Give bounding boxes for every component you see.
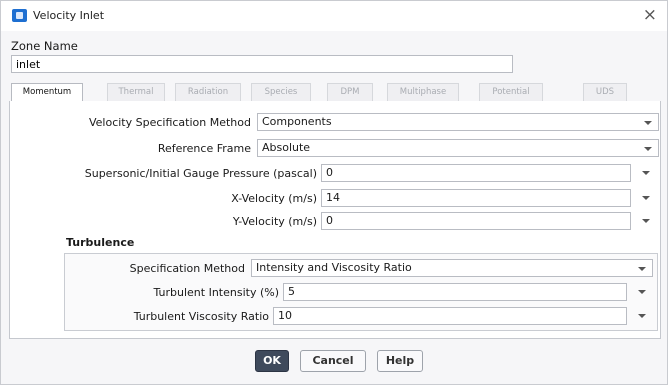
- turbulent-viscosity-ratio-value: 10: [278, 309, 292, 322]
- velocity-spec-method-label: Velocity Specification Method: [88, 116, 251, 129]
- tab-radiation[interactable]: Radiation: [175, 83, 241, 101]
- tab-species[interactable]: Species: [251, 83, 311, 101]
- help-button[interactable]: Help: [377, 350, 423, 372]
- tab-thermal[interactable]: Thermal: [107, 83, 165, 101]
- turbulent-intensity-input[interactable]: 5: [283, 283, 627, 301]
- x-velocity-value: 14: [326, 191, 340, 204]
- app-window-icon: [12, 9, 27, 22]
- tab-multiphase[interactable]: Multiphase: [387, 83, 459, 101]
- velocity-inlet-dialog: Velocity Inlet × Zone Name Momentum Ther…: [0, 0, 668, 385]
- tab-bar: Momentum Thermal Radiation Species DPM M…: [9, 83, 661, 102]
- chevron-down-icon: [644, 121, 652, 125]
- ok-button[interactable]: OK: [255, 350, 289, 372]
- turbulence-spec-method-value: Intensity and Viscosity Ratio: [256, 261, 412, 274]
- y-velocity-input[interactable]: 0: [321, 212, 631, 230]
- x-velocity-options-icon[interactable]: [642, 196, 650, 200]
- chevron-down-icon: [638, 267, 646, 271]
- turbulence-spec-method-dropdown[interactable]: Intensity and Viscosity Ratio: [251, 259, 653, 277]
- reference-frame-label: Reference Frame: [157, 142, 251, 155]
- zone-name-label: Zone Name: [11, 39, 78, 53]
- gauge-pressure-label: Supersonic/Initial Gauge Pressure (pasca…: [84, 167, 317, 180]
- x-velocity-label: X-Velocity (m/s): [231, 192, 317, 205]
- tab-potential[interactable]: Potential: [479, 83, 543, 101]
- reference-frame-value: Absolute: [262, 141, 311, 154]
- turbulent-viscosity-ratio-input[interactable]: 10: [273, 307, 627, 325]
- gauge-pressure-options-icon[interactable]: [642, 171, 650, 175]
- turbulent-intensity-value: 5: [288, 285, 295, 298]
- cancel-button[interactable]: Cancel: [300, 350, 366, 372]
- reference-frame-dropdown[interactable]: Absolute: [257, 139, 659, 157]
- turbulence-spec-method-label: Specification Method: [129, 262, 245, 275]
- y-velocity-label: Y-Velocity (m/s): [232, 215, 317, 228]
- tab-uds[interactable]: UDS: [583, 83, 627, 101]
- x-velocity-input[interactable]: 14: [321, 189, 631, 207]
- turbulent-viscosity-ratio-options-icon[interactable]: [638, 314, 646, 318]
- window-title: Velocity Inlet: [33, 9, 105, 22]
- y-velocity-value: 0: [326, 214, 333, 227]
- chevron-down-icon: [644, 147, 652, 151]
- title-bar: Velocity Inlet ×: [1, 1, 667, 31]
- zone-name-input[interactable]: [11, 55, 513, 73]
- gauge-pressure-input[interactable]: 0: [321, 164, 631, 182]
- tab-dpm[interactable]: DPM: [327, 83, 373, 101]
- turbulent-intensity-label: Turbulent Intensity (%): [153, 286, 279, 299]
- velocity-spec-method-dropdown[interactable]: Components: [257, 113, 659, 131]
- turbulent-intensity-options-icon[interactable]: [638, 290, 646, 294]
- tab-momentum[interactable]: Momentum: [11, 83, 83, 102]
- close-icon[interactable]: ×: [643, 5, 657, 25]
- turbulent-viscosity-ratio-label: Turbulent Viscosity Ratio: [133, 310, 269, 323]
- gauge-pressure-value: 0: [326, 166, 333, 179]
- velocity-spec-method-value: Components: [262, 115, 332, 128]
- y-velocity-options-icon[interactable]: [642, 219, 650, 223]
- turbulence-heading: Turbulence: [66, 236, 135, 249]
